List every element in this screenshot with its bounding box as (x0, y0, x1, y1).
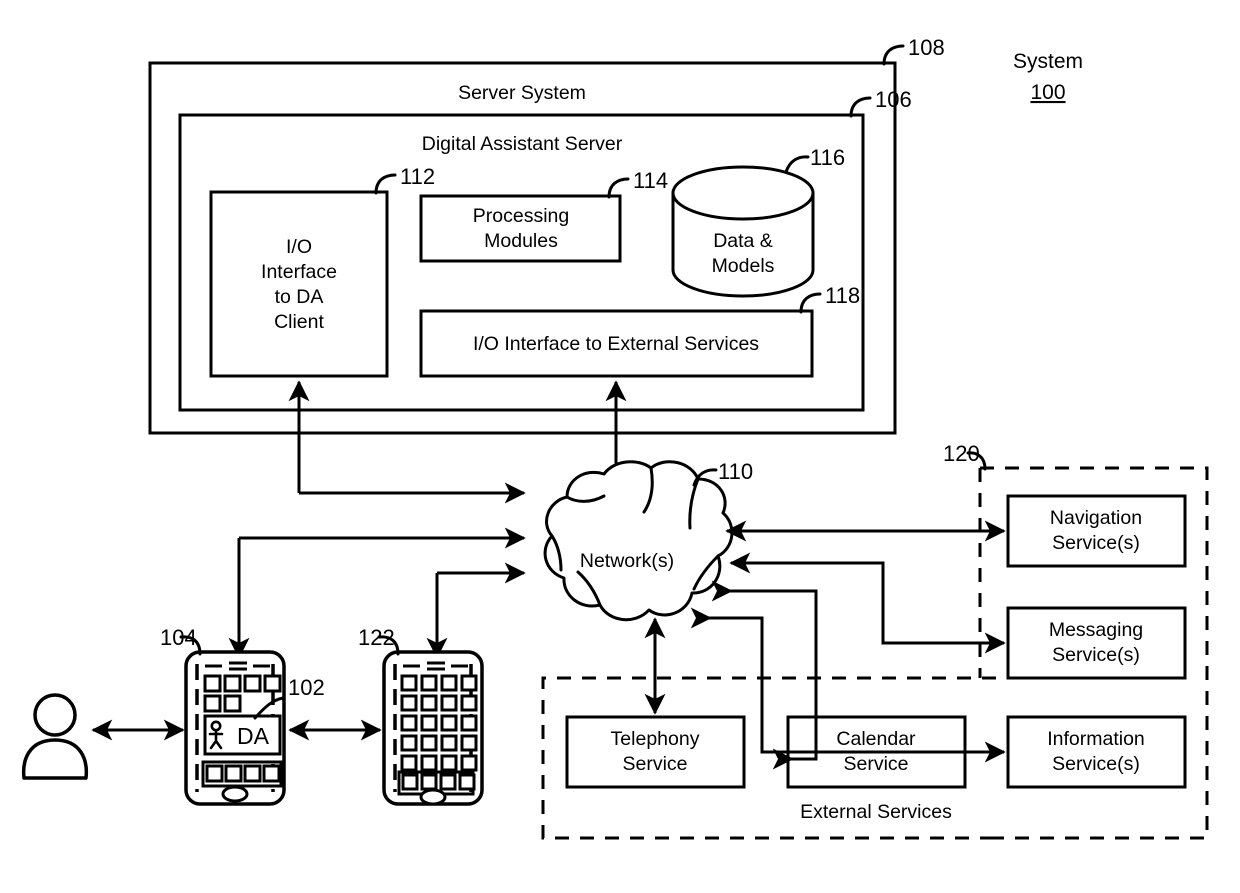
server-system-label: Server System (458, 82, 586, 104)
network-cloud-group: Network(s) 110 (543, 459, 753, 622)
device-secondary-app-icon (400, 734, 418, 752)
digital-assistant-server-label: Digital Assistant Server (422, 133, 623, 155)
device-primary-dock-icon (224, 764, 243, 783)
telephony-service-label-line-2: Service (622, 753, 687, 775)
digital-assistant-client-label: DA (237, 723, 270, 749)
device-secondary-app-icon (420, 674, 438, 692)
external-services-right-group: 120 Navigation Service(s) Messaging Serv… (943, 441, 1209, 840)
telephony-service-label-line-1: Telephony (611, 728, 700, 750)
io-interface-da-client-box (209, 190, 389, 378)
device-secondary-app-icon (400, 694, 418, 712)
device-secondary-app-icon (420, 694, 438, 712)
device-primary-app-icon (203, 694, 222, 713)
device-primary-app-icon (263, 674, 282, 693)
device-secondary-dock-icon (458, 773, 476, 791)
ref-104: 104 (160, 625, 197, 650)
ref-106: 106 (875, 87, 912, 112)
device-secondary-app-icon (460, 734, 478, 752)
calendar-service-label-line-2: Service (843, 753, 908, 775)
ref-114: 114 (633, 168, 668, 193)
device-secondary-app-icon (400, 714, 418, 732)
information-service-label-line-1: Information (1047, 728, 1145, 750)
external-services-bottom-group: External Services Telephony Service Cale… (541, 676, 1000, 840)
network-label: Network(s) (580, 550, 674, 572)
device-secondary-app-icon (420, 754, 438, 772)
connector-network-messaging (729, 552, 1006, 654)
user-device-primary-group: DA 104 102 (160, 625, 325, 806)
user-person-icon (21, 693, 89, 780)
io-interface-da-client-label-line-3: to DA (275, 286, 324, 308)
io-interface-da-client-label-line-1: I/O (286, 236, 312, 258)
device-primary-dock-icon (205, 764, 224, 783)
device-secondary-app-icon (440, 674, 458, 692)
io-interface-external-services-label: I/O Interface to External Services (473, 333, 759, 355)
device-primary-app-icon (223, 674, 242, 693)
system-title-label: System (1013, 50, 1083, 73)
device-secondary-app-icon (420, 714, 438, 732)
device-secondary-app-icon (420, 734, 438, 752)
leader-108 (882, 44, 905, 66)
data-and-models-label-line-1: Data & (713, 230, 773, 252)
device-secondary-app-icon (460, 754, 478, 772)
processing-modules-label-line-2: Modules (484, 230, 558, 252)
device-primary-dock-icon (262, 764, 281, 783)
system-architecture-diagram: Server System 108 Digital Assistant Serv… (21, 35, 1209, 840)
device-secondary-app-icon (440, 734, 458, 752)
ref-118: 118 (825, 283, 860, 308)
processing-modules-label-line-1: Processing (473, 205, 569, 227)
device-primary-home-button[interactable] (221, 785, 249, 803)
calendar-service-label-line-1: Calendar (836, 728, 916, 750)
data-and-models-cylinder-top (671, 165, 815, 221)
device-primary-app-icon (223, 694, 242, 713)
ref-108: 108 (908, 35, 945, 60)
messaging-service-label-line-2: Service(s) (1052, 644, 1140, 666)
device-primary-app-icon (243, 674, 262, 693)
io-interface-da-client-label-line-4: Client (274, 311, 324, 333)
ref-112: 112 (400, 164, 435, 189)
device-secondary-dock-icon (420, 773, 438, 791)
device-secondary-app-icon (400, 674, 418, 692)
system-title-ref: 100 (1030, 81, 1065, 104)
ref-110: 110 (718, 459, 753, 484)
device-secondary-app-icon (460, 714, 478, 732)
device-secondary-home-button[interactable] (419, 788, 447, 806)
network-cloud-outline (543, 460, 734, 622)
device-primary-app-icon (203, 674, 222, 693)
io-interface-da-client-label-line-2: Interface (261, 261, 337, 283)
system-title-group: System 100 (1013, 50, 1083, 104)
messaging-service-label-line-1: Messaging (1049, 619, 1143, 641)
user-head-icon (33, 693, 77, 737)
device-secondary-dock-icon (401, 773, 419, 791)
device-secondary-app-icon (460, 674, 478, 692)
device-secondary-app-icon (440, 714, 458, 732)
data-and-models-label-line-2: Models (712, 255, 775, 277)
ref-122: 122 (358, 625, 395, 650)
user-device-secondary-group: 122 (358, 625, 484, 806)
device-primary-dock-icon (243, 764, 262, 783)
ref-116: 116 (810, 145, 845, 170)
device-secondary-app-icon (400, 754, 418, 772)
user-body-icon (21, 738, 89, 780)
information-service-label-line-2: Service(s) (1052, 753, 1140, 775)
device-secondary-app-icon (440, 754, 458, 772)
device-secondary-app-icon (440, 694, 458, 712)
ref-120: 120 (943, 441, 980, 466)
device-secondary-dock-icon (439, 773, 457, 791)
patent-figure-canvas: Server System 108 Digital Assistant Serv… (0, 0, 1240, 893)
ref-102: 102 (288, 675, 325, 700)
navigation-service-label-line-2: Service(s) (1052, 532, 1140, 554)
device-secondary-app-icon (460, 694, 478, 712)
external-services-bottom-label: External Services (800, 801, 952, 823)
navigation-service-label-line-1: Navigation (1050, 507, 1142, 529)
